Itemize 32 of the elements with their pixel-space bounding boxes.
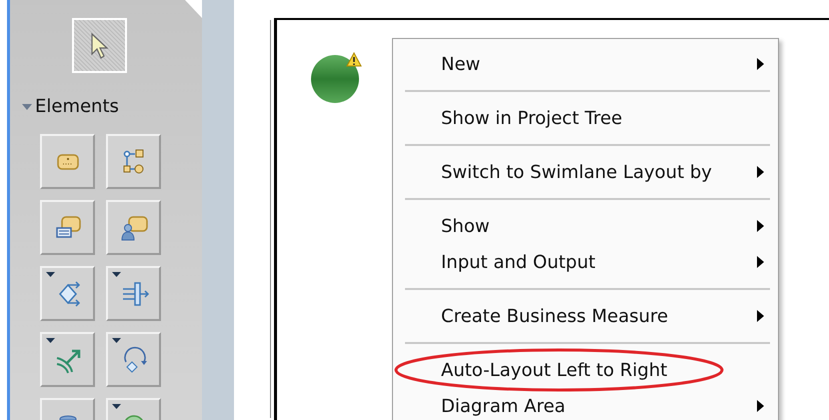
dropdown-triangle-icon (46, 272, 55, 277)
curved-arrow-tool-button[interactable] (40, 332, 95, 387)
menu-item[interactable]: Switch to Swimlane Layout by (405, 154, 770, 190)
process-node[interactable] (310, 52, 362, 104)
elements-section-header[interactable]: Elements (22, 93, 119, 120)
menu-item[interactable]: Show (405, 208, 770, 244)
dropdown-triangle-icon (46, 338, 55, 343)
select-tool-button[interactable] (72, 18, 127, 73)
decision-tool-button[interactable] (40, 266, 95, 321)
task-with-person-tool-button[interactable] (106, 200, 161, 255)
menu-item[interactable]: Input and Output (405, 244, 770, 280)
menu-item[interactable]: Show in Project Tree (405, 100, 770, 136)
process-flow-tool-button[interactable] (106, 134, 161, 189)
collapse-triangle-icon (22, 104, 32, 110)
loop-tool-button[interactable] (106, 332, 161, 387)
fork-tool-button[interactable] (106, 266, 161, 321)
submenu-arrow-icon (757, 220, 764, 232)
menu-item[interactable]: New (405, 46, 770, 82)
submenu-arrow-icon (757, 310, 764, 322)
dropdown-triangle-icon (112, 272, 121, 277)
menu-item[interactable]: Create Business Measure (405, 298, 770, 334)
submenu-arrow-icon (757, 58, 764, 70)
dropdown-triangle-icon (112, 404, 121, 409)
submenu-arrow-icon (757, 166, 764, 178)
task-tool-button[interactable] (40, 134, 95, 189)
menu-item[interactable]: Auto-Layout Left to Right (405, 352, 770, 388)
task-with-form-tool-button[interactable] (40, 200, 95, 255)
submenu-arrow-icon (757, 256, 764, 268)
dropdown-triangle-icon (112, 338, 121, 343)
submenu-arrow-icon (757, 400, 764, 412)
pointer-icon (88, 32, 110, 60)
menu-item[interactable]: Diagram Area (405, 388, 770, 420)
